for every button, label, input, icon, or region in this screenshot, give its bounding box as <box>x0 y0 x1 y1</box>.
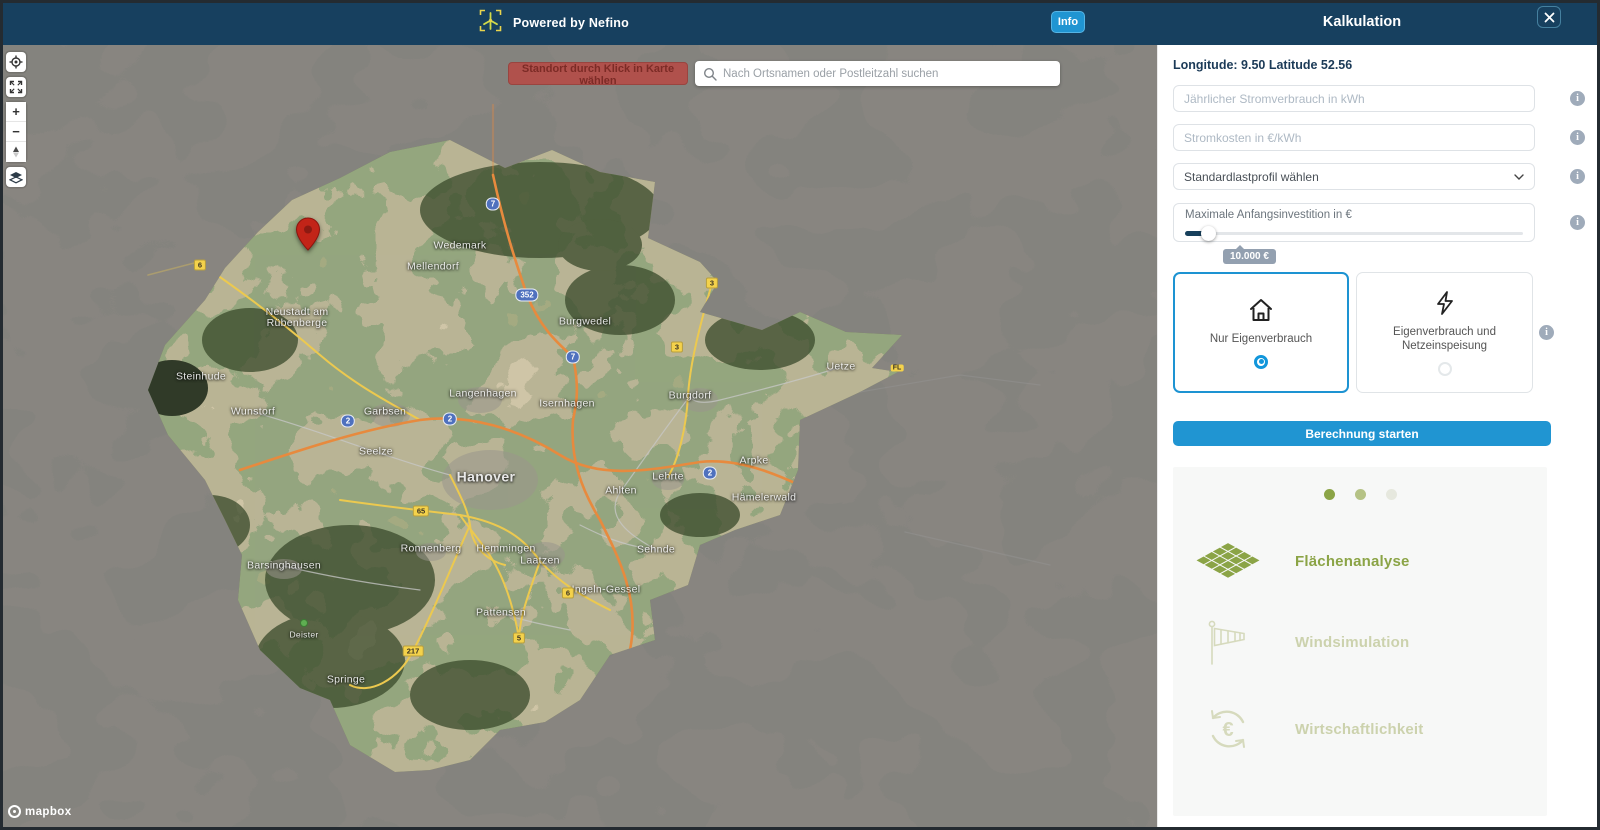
brand: Powered by Nefino <box>477 7 629 39</box>
lightning-icon <box>1436 290 1453 315</box>
search-input[interactable] <box>723 67 1052 80</box>
geolocate-button[interactable] <box>6 52 26 72</box>
calculation-panel: Longitude: 9.50 Latitude 52.56 i i Stand… <box>1157 45 1600 830</box>
compass-icon <box>13 146 19 158</box>
close-button[interactable] <box>1537 6 1561 28</box>
step-wind-simulation: Windsimulation <box>1195 616 1547 668</box>
wind-simulation-icon <box>1195 616 1261 668</box>
fullscreen-button[interactable] <box>6 77 26 97</box>
investment-row: Maximale Anfangsinvestition in € i <box>1173 203 1585 242</box>
investment-value-tooltip: 10.000 € <box>1223 245 1276 264</box>
economics-icon: € <box>1195 704 1261 754</box>
mapbox-attribution[interactable]: mapbox <box>8 805 72 818</box>
pick-location-button[interactable]: Standort durch Klick in Karte wählen <box>508 62 688 87</box>
mapbox-logo-icon <box>8 805 21 818</box>
consumption-info-icon[interactable]: i <box>1570 91 1585 106</box>
option-label: Nur Eigenverbrauch <box>1209 332 1313 345</box>
option-grid-feed[interactable]: Eigenverbrauch und Netzeinspeisung <box>1356 272 1533 393</box>
option-label: Eigenverbrauch und Netzeinspeisung <box>1393 325 1496 352</box>
consumption-row: i <box>1173 85 1585 112</box>
load-profile-row: Standardlastprofil wählen i <box>1173 163 1585 190</box>
compass-button[interactable] <box>6 142 26 162</box>
step-label: Wirtschaftlichkeit <box>1295 720 1424 738</box>
radio-unselected[interactable] <box>1437 361 1452 376</box>
house-icon <box>1250 298 1272 321</box>
top-bar: Powered by Nefino Info Kalkulation <box>0 0 1600 45</box>
mode-options: Nur Eigenverbrauch Eigenverbrauch und Ne… <box>1173 272 1585 393</box>
investment-slider-thumb[interactable] <box>1201 226 1216 241</box>
info-button[interactable]: Info <box>1051 11 1085 33</box>
search-box <box>695 61 1060 86</box>
option-self-consumption[interactable]: Nur Eigenverbrauch <box>1173 272 1349 393</box>
slider-track <box>1185 232 1523 235</box>
map-controls: + − <box>6 52 26 192</box>
coordinates-readout: Longitude: 9.50 Latitude 52.56 <box>1173 58 1353 72</box>
step-economics: € Wirtschaftlichkeit <box>1195 704 1547 754</box>
electricity-cost-input[interactable] <box>1173 124 1535 151</box>
investment-slider[interactable] <box>1185 226 1523 241</box>
zoom-controls: + − <box>6 102 26 162</box>
cost-row: i <box>1173 124 1585 151</box>
layers-button[interactable] <box>6 167 26 187</box>
investment-label: Maximale Anfangsinvestition in € <box>1185 209 1352 221</box>
step-dot-2 <box>1354 489 1366 500</box>
close-icon <box>1544 12 1554 22</box>
nefino-logo-icon <box>477 7 504 39</box>
investment-info-icon[interactable]: i <box>1570 215 1585 230</box>
geolocate-icon <box>9 55 23 69</box>
chevron-down-icon <box>1514 173 1524 180</box>
powered-by-text: Powered by Nefino <box>513 16 629 30</box>
load-profile-select[interactable]: Standardlastprofil wählen <box>1173 163 1535 190</box>
panel-title: Kalkulation <box>1322 14 1402 30</box>
satellite-map <box>0 45 1157 830</box>
area-analysis-icon <box>1195 538 1261 584</box>
search-icon <box>703 67 717 81</box>
step-label: Flächenanalyse <box>1295 552 1410 570</box>
layers-icon <box>9 171 23 183</box>
investment-card: Maximale Anfangsinvestition in € <box>1173 203 1535 242</box>
step-label: Windsimulation <box>1295 633 1410 651</box>
start-calculation-button[interactable]: Berechnung starten <box>1173 421 1551 446</box>
radio-selected[interactable] <box>1254 354 1268 369</box>
step-dot-1 <box>1323 489 1335 500</box>
step-area-analysis: Flächenanalyse <box>1195 538 1547 584</box>
mode-info-icon[interactable]: i <box>1539 325 1554 340</box>
step-dots <box>1173 489 1547 500</box>
fullscreen-icon <box>9 80 23 94</box>
app-window: Powered by Nefino Info Kalkulation Wedem… <box>0 0 1600 830</box>
svg-text:€: € <box>1222 719 1233 741</box>
cost-info-icon[interactable]: i <box>1570 130 1585 145</box>
step-dot-3 <box>1385 489 1397 500</box>
zoom-out-button[interactable]: − <box>6 122 26 142</box>
map-canvas[interactable]: Wedemark Mellendorf Burgwedel Neustadt am R… <box>0 45 1157 830</box>
progress-steps-card: Flächenanalyse Windsimulation € Wirtscha… <box>1173 467 1547 816</box>
zoom-in-button[interactable]: + <box>6 102 26 122</box>
load-profile-info-icon[interactable]: i <box>1570 169 1585 184</box>
annual-consumption-input[interactable] <box>1173 85 1535 112</box>
